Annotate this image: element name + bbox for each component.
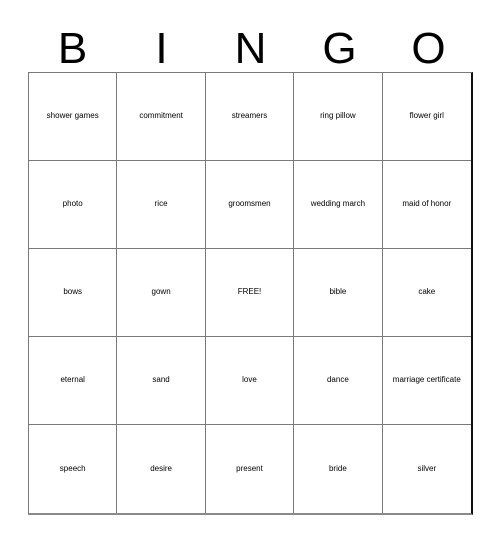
bingo-cell[interactable]: flower girl [382,73,471,161]
bingo-cell-label: maid of honor [402,199,452,209]
bingo-cell[interactable]: bride [294,425,383,513]
bingo-cell-label: shower games [46,111,99,121]
bingo-cell-label: cake [418,287,436,297]
header-letter-n: N [234,24,267,73]
bingo-header: B I N G O [28,14,473,72]
bingo-cell[interactable]: maid of honor [382,161,471,249]
bingo-grid: shower games commitment streamers ring p… [28,72,473,515]
bingo-cell-label: sand [152,375,170,385]
header-letter-g: G [322,24,357,73]
bingo-cell-label: wedding march [310,199,366,209]
bingo-cell[interactable]: silver [382,425,471,513]
header-letter-i: I [155,24,168,73]
bingo-cell-label: eternal [60,375,85,385]
bingo-cell-label: bride [328,463,347,473]
bingo-free-label: FREE! [237,287,262,297]
bingo-cell-label: groomsmen [228,199,271,209]
bingo-cell-label: bows [63,287,83,297]
bingo-cell-label: streamers [231,111,268,121]
bingo-cell-label: desire [150,463,172,473]
bingo-cell[interactable]: ring pillow [294,73,383,161]
bingo-cell-label: gown [151,287,171,297]
bingo-cell[interactable]: marriage certificate [382,337,471,425]
bingo-cell[interactable]: groomsmen [205,161,295,249]
bingo-cell-label: ring pillow [320,111,356,121]
bingo-cell[interactable]: speech [29,425,118,513]
bingo-cell[interactable]: streamers [205,73,295,161]
bingo-cell[interactable]: photo [29,161,118,249]
bingo-cell-label: present [236,463,263,473]
bingo-cell[interactable]: sand [117,337,206,425]
bingo-cell[interactable]: wedding march [294,161,383,249]
bingo-cell[interactable]: rice [117,161,206,249]
header-letter-b: B [57,24,88,73]
bingo-cell[interactable]: cake [382,249,471,337]
bingo-cell[interactable]: desire [117,425,206,513]
bingo-card: B I N G O shower games commitment stream… [0,0,500,544]
bingo-cell-label: dance [326,375,349,385]
bingo-cell[interactable]: commitment [117,73,206,161]
bingo-cell[interactable]: bows [29,249,118,337]
bingo-cell[interactable]: eternal [29,337,118,425]
bingo-cell-label: silver [417,463,437,473]
bingo-cell[interactable]: gown [117,249,206,337]
bingo-cell-label: speech [59,463,86,473]
bingo-cell-label: photo [62,199,83,209]
bingo-cell-label: rice [154,199,168,209]
bingo-cell-label: love [242,375,257,385]
bingo-cell-label: bible [329,287,347,297]
bingo-cell[interactable]: shower games [29,73,118,161]
bingo-cell-label: commitment [139,111,183,121]
bingo-cell[interactable]: bible [294,249,383,337]
bingo-cell[interactable]: present [205,425,295,513]
bingo-cell[interactable]: dance [294,337,383,425]
bingo-cell-label: flower girl [409,111,444,121]
header-letter-o: O [411,24,446,73]
bingo-free-cell[interactable]: FREE! [205,249,295,337]
bingo-cell-label: marriage certificate [392,375,461,385]
bingo-cell[interactable]: love [205,337,295,425]
